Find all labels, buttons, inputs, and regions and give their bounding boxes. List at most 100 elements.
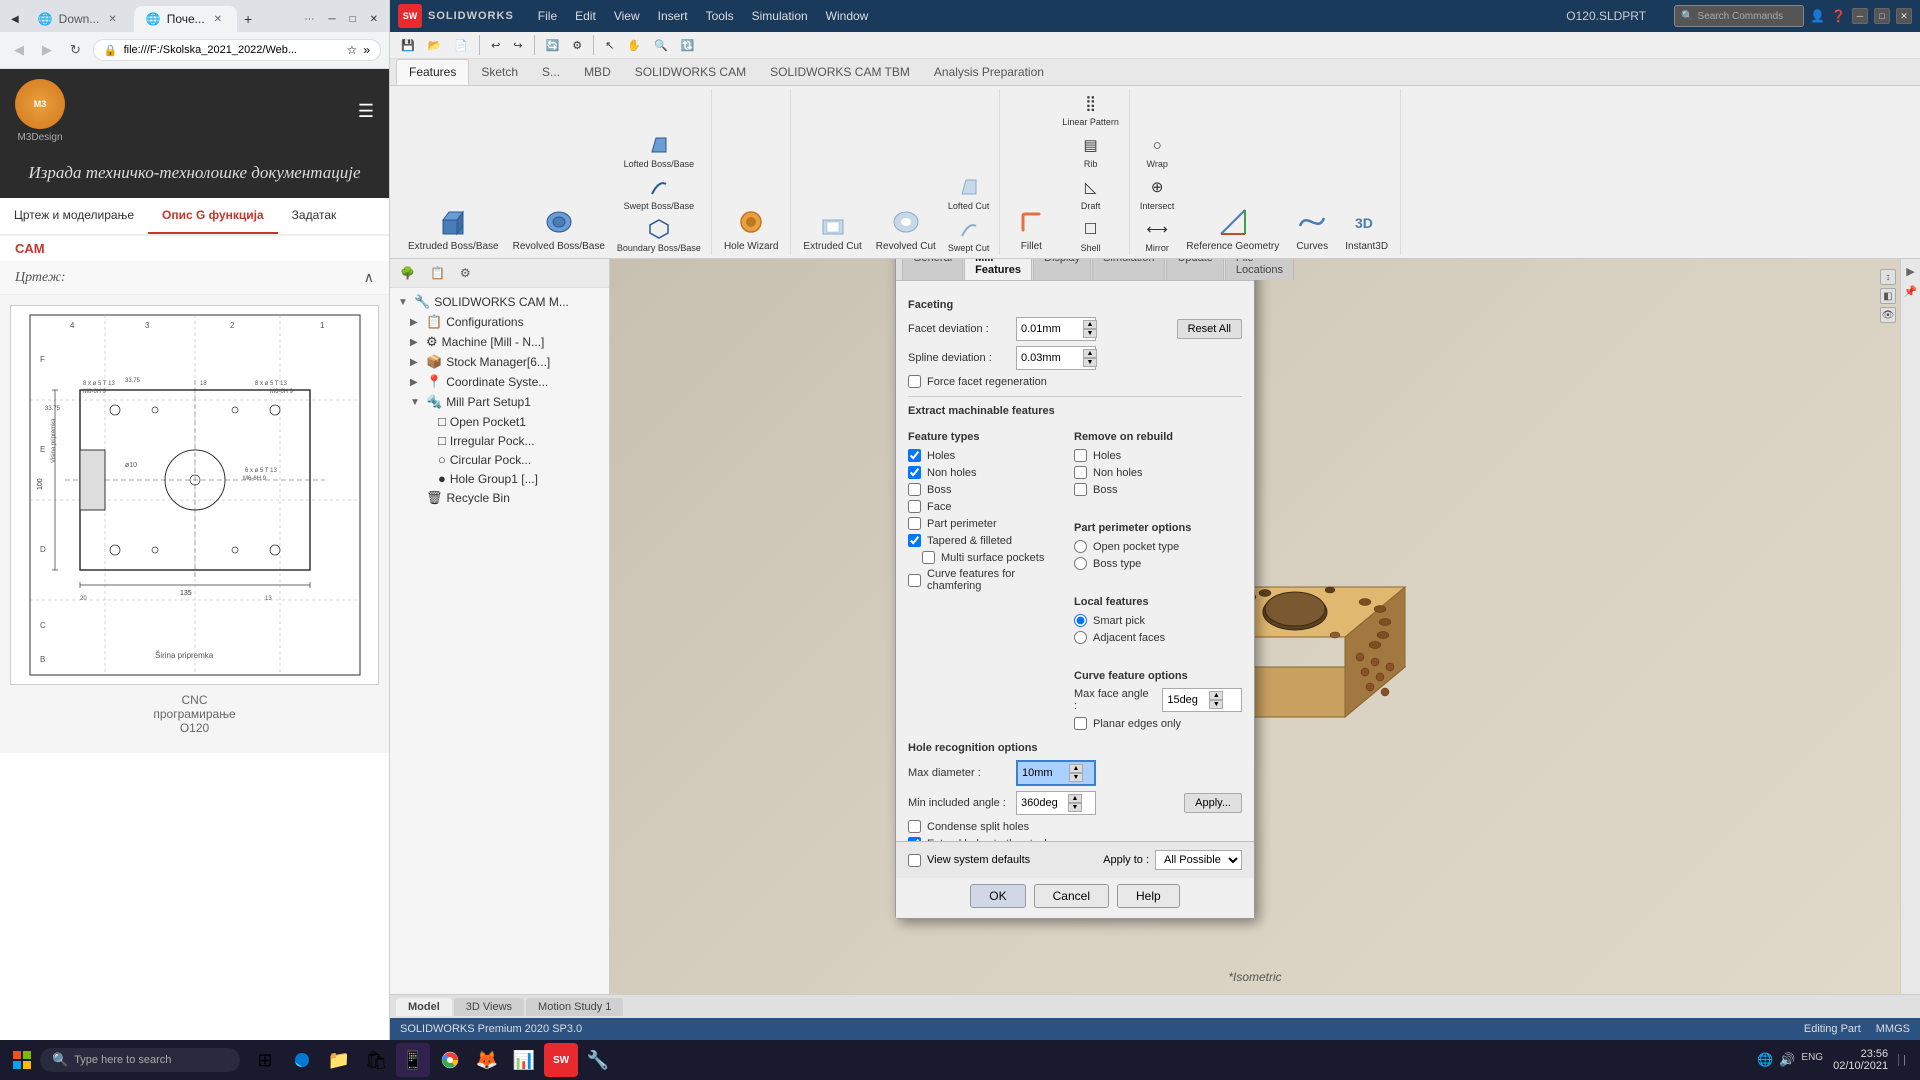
tab-update[interactable]: Update xyxy=(1166,259,1223,280)
max-diameter-field[interactable] xyxy=(1022,767,1067,779)
bottom-tab-model[interactable]: Model xyxy=(396,998,452,1016)
planar-edges-checkbox[interactable] xyxy=(1074,717,1087,730)
ribbon-shell[interactable]: ☐ Shell xyxy=(1058,215,1123,255)
menu-edit[interactable]: Edit xyxy=(567,5,604,27)
boss-checkbox-row[interactable]: Boss xyxy=(908,483,1064,496)
curve-chamfer-checkbox-row[interactable]: Curve features for chamfering xyxy=(908,568,1064,592)
reset-all-button[interactable]: Reset All xyxy=(1177,319,1242,339)
tab-general[interactable]: General xyxy=(902,259,963,280)
max-diameter-input[interactable]: ▲ ▼ xyxy=(1016,760,1096,786)
section-header[interactable]: Цртеж: ∧ xyxy=(0,261,389,295)
ribbon-reference-geometry[interactable]: Reference Geometry xyxy=(1180,203,1285,255)
taskbar-viber[interactable]: 📱 xyxy=(396,1043,430,1077)
feature-tree-btn[interactable]: 🌳 xyxy=(394,263,421,283)
ok-button[interactable]: OK xyxy=(970,884,1025,908)
menu-simulation[interactable]: Simulation xyxy=(744,5,816,27)
menu-tools[interactable]: Tools xyxy=(698,5,742,27)
planar-edges-row[interactable]: Planar edges only xyxy=(1074,717,1242,730)
tree-coordinate[interactable]: ▶ 📍 Coordinate Syste... xyxy=(390,372,609,392)
3d-viewport[interactable]: *Isometric ↕ ◧ 👁 Options ✕ General Mill … xyxy=(610,259,1900,994)
tab-display[interactable]: Display xyxy=(1033,259,1091,280)
rb-holes-row[interactable]: Holes xyxy=(1074,449,1242,462)
refresh-btn[interactable]: ↻ xyxy=(64,38,87,62)
min-angle-input[interactable]: ▲ ▼ xyxy=(1016,791,1096,815)
more-tabs-btn[interactable]: ⋯ xyxy=(299,11,319,28)
tree-configurations[interactable]: ▶ 📋 Configurations xyxy=(390,312,609,332)
toolbar-zoom[interactable]: 🔍 xyxy=(649,36,673,55)
menu-view[interactable]: View xyxy=(606,5,648,27)
tapered-checkbox-row[interactable]: Tapered & filleted xyxy=(908,534,1064,547)
browser-tab-active[interactable]: 🌐 Поче... ✕ xyxy=(134,6,237,32)
star-icon[interactable]: ☆ xyxy=(347,43,358,57)
min-angle-field[interactable] xyxy=(1021,797,1066,809)
view-system-defaults-row[interactable]: View system defaults xyxy=(908,854,1030,867)
user-icon[interactable]: 👤 xyxy=(1810,9,1825,23)
boss-checkbox[interactable] xyxy=(908,483,921,496)
adjacent-faces-row[interactable]: Adjacent faces xyxy=(1074,631,1242,644)
ribbon-intersect[interactable]: ⊕ Intersect xyxy=(1136,173,1179,213)
help-icon[interactable]: ❓ xyxy=(1831,9,1846,23)
config-btn[interactable]: ⚙ xyxy=(454,263,477,283)
face-checkbox[interactable] xyxy=(908,500,921,513)
right-mini-btn1[interactable]: ▶ xyxy=(1903,263,1919,279)
facet-up[interactable]: ▲ xyxy=(1083,320,1097,329)
toolbar-open[interactable]: 📂 xyxy=(423,36,447,55)
maxd-up[interactable]: ▲ xyxy=(1069,764,1083,773)
prev-tab-btn[interactable]: ◀ xyxy=(6,11,24,28)
bottom-tab-motion-study[interactable]: Motion Study 1 xyxy=(526,998,623,1016)
back-btn[interactable]: ◀ xyxy=(8,38,30,62)
tree-hole-group[interactable]: ● Hole Group1 [...] xyxy=(390,469,609,488)
tree-open-pocket[interactable]: □ Open Pocket1 xyxy=(390,412,609,431)
menu-file[interactable]: File xyxy=(530,5,565,27)
spline-down[interactable]: ▼ xyxy=(1083,358,1097,367)
rb-boss-row[interactable]: Boss xyxy=(1074,483,1242,496)
tapered-checkbox[interactable] xyxy=(908,534,921,547)
apply-button[interactable]: Apply... xyxy=(1184,793,1242,813)
maxd-down[interactable]: ▼ xyxy=(1069,773,1083,782)
address-bar[interactable]: 🔒 ☆ » xyxy=(93,39,381,61)
non-holes-checkbox[interactable] xyxy=(908,466,921,479)
toolbar-redo[interactable]: ↪ xyxy=(508,36,527,55)
tree-recycle[interactable]: 🗑 Recycle Bin xyxy=(390,488,609,508)
right-mini-btn2[interactable]: 📌 xyxy=(1903,283,1919,299)
force-facet-checkbox[interactable] xyxy=(908,375,921,388)
max-face-angle-input[interactable]: ▲ ▼ xyxy=(1162,688,1242,712)
holes-checkbox[interactable] xyxy=(908,449,921,462)
face-checkbox-row[interactable]: Face xyxy=(908,500,1064,513)
taskbar-file-explorer[interactable]: 📁 xyxy=(322,1043,356,1077)
angle2-up[interactable]: ▲ xyxy=(1068,794,1082,803)
toolbar-select[interactable]: ↖ xyxy=(600,36,619,55)
ribbon-lofted-boss[interactable]: Lofted Boss/Base xyxy=(613,131,705,171)
ribbon-tab-analysis[interactable]: Analysis Preparation xyxy=(922,60,1056,84)
apply-to-select[interactable]: All Possible Selected None xyxy=(1155,850,1242,870)
spline-up[interactable]: ▲ xyxy=(1083,349,1097,358)
view-system-checkbox[interactable] xyxy=(908,854,921,867)
hamburger-menu[interactable]: ☰ xyxy=(358,101,374,122)
help-button[interactable]: Help xyxy=(1117,884,1180,908)
taskbar-app9[interactable]: 🔧 xyxy=(581,1043,615,1077)
open-pocket-radio[interactable] xyxy=(1074,540,1087,553)
cancel-button[interactable]: Cancel xyxy=(1034,884,1109,908)
ribbon-tab-mbd[interactable]: MBD xyxy=(572,60,623,84)
holes-checkbox-row[interactable]: Holes xyxy=(908,449,1064,462)
ribbon-instant3d[interactable]: 3D Instant3D xyxy=(1339,203,1394,255)
open-pocket-type-row[interactable]: Open pocket type xyxy=(1074,540,1242,553)
force-facet-checkbox-row[interactable]: Force facet regeneration xyxy=(908,375,1242,388)
maximize-button[interactable]: □ xyxy=(1874,8,1890,24)
smart-pick-row[interactable]: Smart pick xyxy=(1074,614,1242,627)
toolbar-new[interactable]: 📄 xyxy=(449,36,473,55)
taskbar-chrome[interactable] xyxy=(433,1043,467,1077)
tab-close1[interactable]: ✕ xyxy=(105,13,119,26)
angle-down[interactable]: ▼ xyxy=(1209,700,1223,709)
angle-up[interactable]: ▲ xyxy=(1209,691,1223,700)
nav-opis[interactable]: Опис G функција xyxy=(148,198,278,234)
facet-deviation-input[interactable]: ▲ ▼ xyxy=(1016,317,1096,341)
tab-file-locations[interactable]: File Locations xyxy=(1225,259,1294,280)
adjacent-faces-radio[interactable] xyxy=(1074,631,1087,644)
minimize-button[interactable]: ─ xyxy=(1852,8,1868,24)
forward-btn[interactable]: ▶ xyxy=(36,38,58,62)
ribbon-curves[interactable]: Curves xyxy=(1287,203,1337,255)
boss-type-radio[interactable] xyxy=(1074,557,1087,570)
non-holes-checkbox-row[interactable]: Non holes xyxy=(908,466,1064,479)
tree-stock[interactable]: ▶ 📦 Stock Manager[6...] xyxy=(390,352,609,372)
